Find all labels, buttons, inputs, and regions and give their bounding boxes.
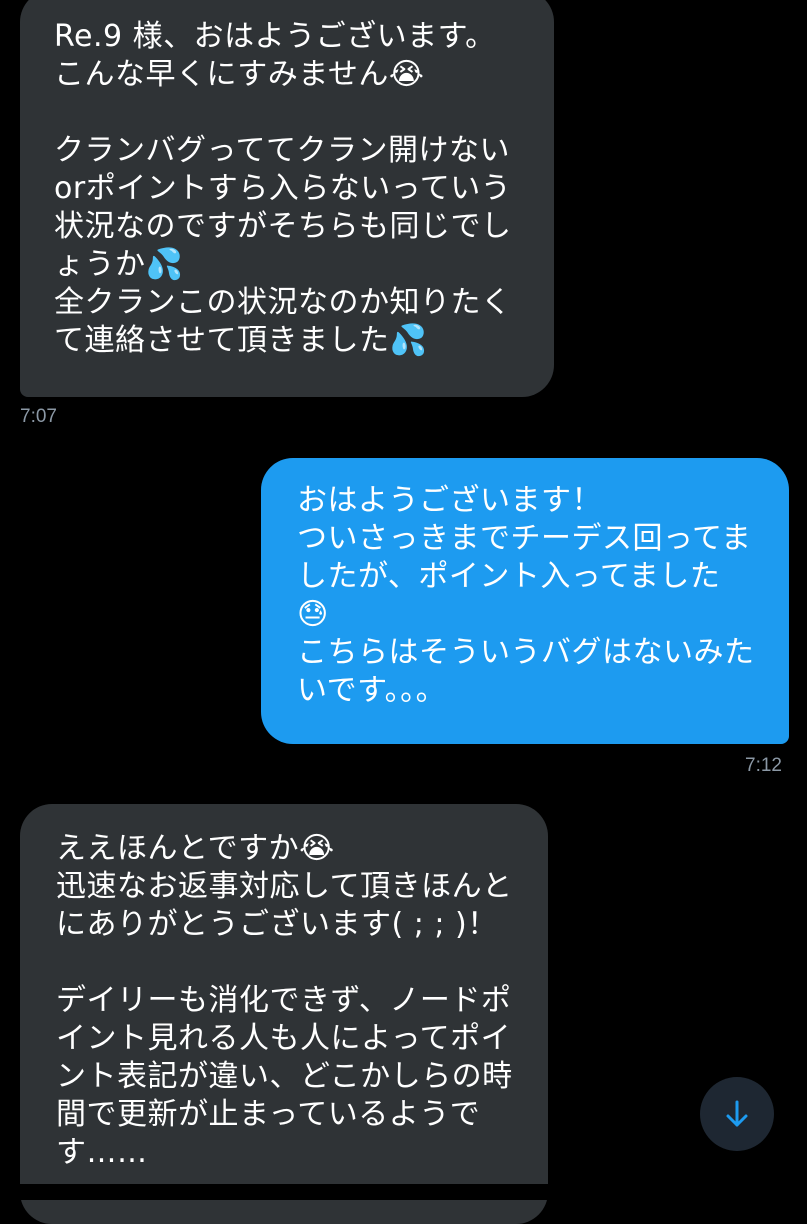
message-thread: Re.9 様、おはようございます。 こんな早くにすみません😭 クランバグっててク… [0, 0, 807, 1224]
message-bubble-incoming[interactable]: ええほんとですか😭 迅速なお返事対応して頂きほんと にありがとうございます( ;… [20, 804, 548, 1224]
message-bubble-incoming[interactable]: Re.9 様、おはようございます。 こんな早くにすみません😭 クランバグっててク… [20, 0, 554, 397]
message-bubble-outgoing[interactable]: おはようございます！ ついさっきまでチーデス回ってま したが、ポイント入ってまし… [261, 458, 789, 744]
message-timestamp: 7:12 [745, 755, 782, 776]
bottom-edge [0, 1184, 807, 1200]
arrow-down-icon [724, 1099, 750, 1129]
message-timestamp: 7:07 [20, 406, 57, 427]
scroll-to-bottom-button[interactable] [700, 1077, 774, 1151]
